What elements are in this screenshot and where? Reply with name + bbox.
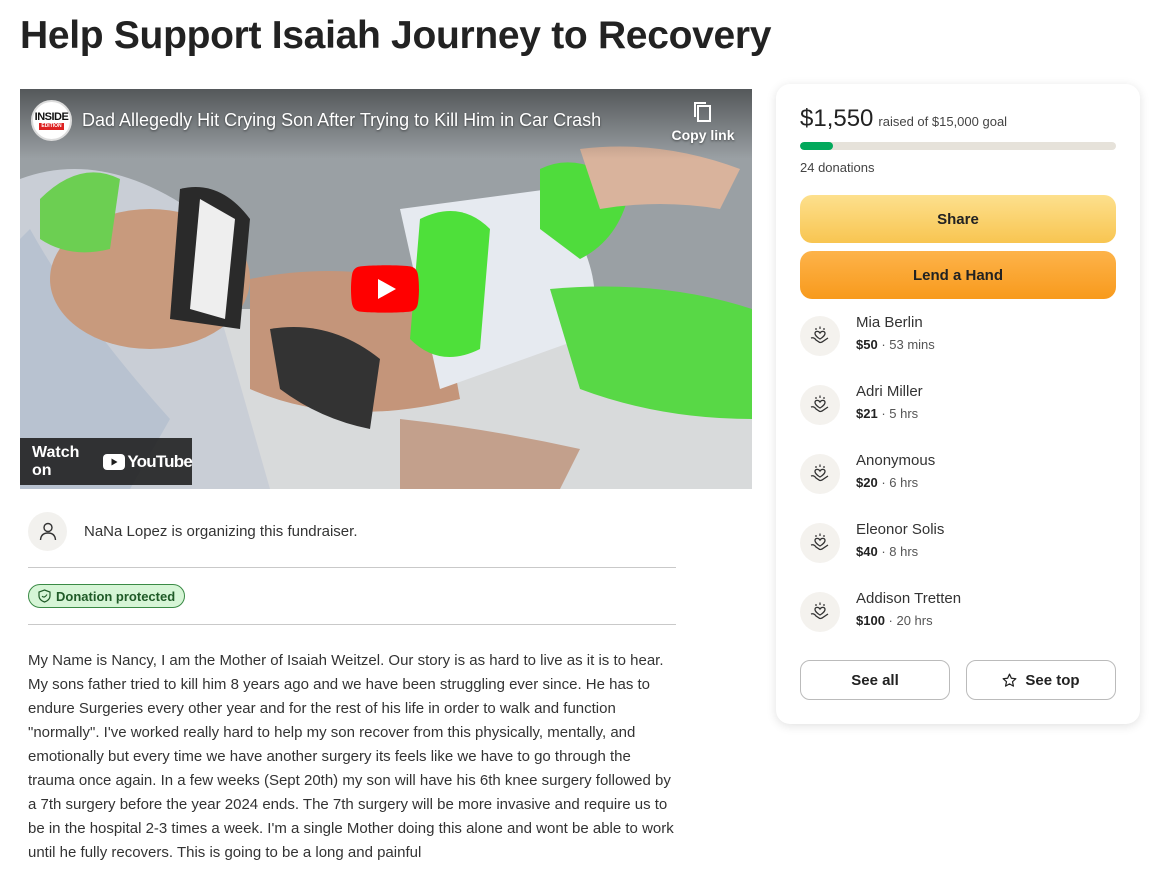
channel-logo-subtext: EDITION	[39, 122, 64, 130]
donor-meta: $21 · 5 hrs	[856, 404, 923, 424]
list-item: Mia Berlin $50 · 53 mins	[800, 313, 1116, 382]
donor-time: · 53 mins	[877, 337, 935, 352]
donor-amount: $20	[856, 475, 878, 490]
divider	[28, 624, 676, 625]
story-text: My Name is Nancy, I am the Mother of Isa…	[28, 652, 674, 861]
video-title[interactable]: Dad Allegedly Hit Crying Son After Tryin…	[82, 110, 601, 131]
donor-amount: $21	[856, 406, 878, 421]
heart-hands-icon	[800, 454, 840, 494]
raised-amount: $1,550	[800, 105, 874, 132]
list-item: Anonymous $20 · 6 hrs	[800, 451, 1116, 520]
avatar[interactable]	[28, 511, 67, 551]
watch-on-youtube-button[interactable]: Watch on YouTube	[20, 438, 193, 485]
user-icon	[39, 522, 56, 541]
donor-time: · 6 hrs	[877, 475, 919, 490]
shield-icon	[38, 589, 51, 603]
progress-fill	[800, 142, 833, 150]
heart-hands-icon	[800, 316, 840, 356]
donor-amount: $100	[856, 613, 885, 628]
badge-label: Donation protected	[56, 588, 176, 604]
divider	[28, 567, 676, 568]
watch-on-label: Watch on	[32, 443, 80, 479]
share-button[interactable]: Share	[800, 195, 1116, 243]
see-all-button[interactable]: See all	[800, 660, 950, 700]
donor-time: · 8 hrs	[877, 544, 919, 559]
copy-icon	[694, 102, 711, 122]
donor-list: Mia Berlin $50 · 53 mins Adri Miller $21…	[800, 313, 1116, 658]
donor-name: Adri Miller	[856, 383, 923, 400]
youtube-wordmark: YouTube	[127, 451, 192, 471]
copy-link-label: Copy link	[671, 127, 735, 143]
heart-hands-icon	[800, 592, 840, 632]
donor-amount: $40	[856, 544, 878, 559]
donation-count: 24 donations	[800, 160, 875, 175]
progress-bar	[800, 142, 1116, 150]
raised-summary: $1,550 raised of $15,000 goal	[800, 105, 1007, 133]
donor-meta: $100 · 20 hrs	[856, 611, 961, 631]
youtube-logo: YouTube	[103, 451, 193, 472]
donor-name: Anonymous	[856, 452, 936, 469]
list-item: Eleonor Solis $40 · 8 hrs	[800, 520, 1116, 589]
see-all-label: See all	[851, 671, 899, 689]
heart-hands-icon	[800, 523, 840, 563]
donor-name: Addison Tretten	[856, 590, 962, 607]
list-item: Addison Tretten $100 · 20 hrs	[800, 589, 1116, 658]
donor-name: Mia Berlin	[856, 314, 923, 331]
heart-hands-icon	[800, 385, 840, 425]
video-embed[interactable]: INSIDE EDITION Dad Allegedly Hit Crying …	[20, 89, 752, 489]
channel-logo[interactable]: INSIDE EDITION	[31, 100, 72, 141]
donor-name: Eleonor Solis	[856, 521, 945, 538]
lend-a-hand-button[interactable]: Lend a Hand	[800, 251, 1116, 299]
copy-link-button[interactable]: Copy link	[668, 101, 738, 143]
see-top-label: See top	[1025, 671, 1080, 689]
star-icon	[1002, 673, 1017, 687]
donor-meta: $40 · 8 hrs	[856, 542, 944, 562]
channel-logo-text: INSIDE	[34, 110, 69, 123]
donation-card: $1,550 raised of $15,000 goal 24 donatio…	[776, 84, 1140, 724]
see-top-button[interactable]: See top	[966, 660, 1116, 700]
raised-goal: raised of $15,000 goal	[878, 114, 1008, 129]
play-icon[interactable]	[351, 265, 419, 313]
donor-time: · 20 hrs	[884, 613, 933, 628]
donor-time: · 5 hrs	[877, 406, 919, 421]
list-item: Adri Miller $21 · 5 hrs	[800, 382, 1116, 451]
donation-protected-badge[interactable]: Donation protected	[28, 584, 186, 608]
page-title: Help Support Isaiah Journey to Recovery	[20, 14, 772, 57]
donor-meta: $50 · 53 mins	[856, 335, 935, 355]
organizer-text: NaNa Lopez is organizing this fundraiser…	[84, 522, 358, 540]
donor-meta: $20 · 6 hrs	[856, 473, 935, 493]
donor-amount: $50	[856, 337, 878, 352]
organizer-row: NaNa Lopez is organizing this fundraiser…	[28, 511, 676, 551]
youtube-play-icon	[103, 453, 126, 470]
